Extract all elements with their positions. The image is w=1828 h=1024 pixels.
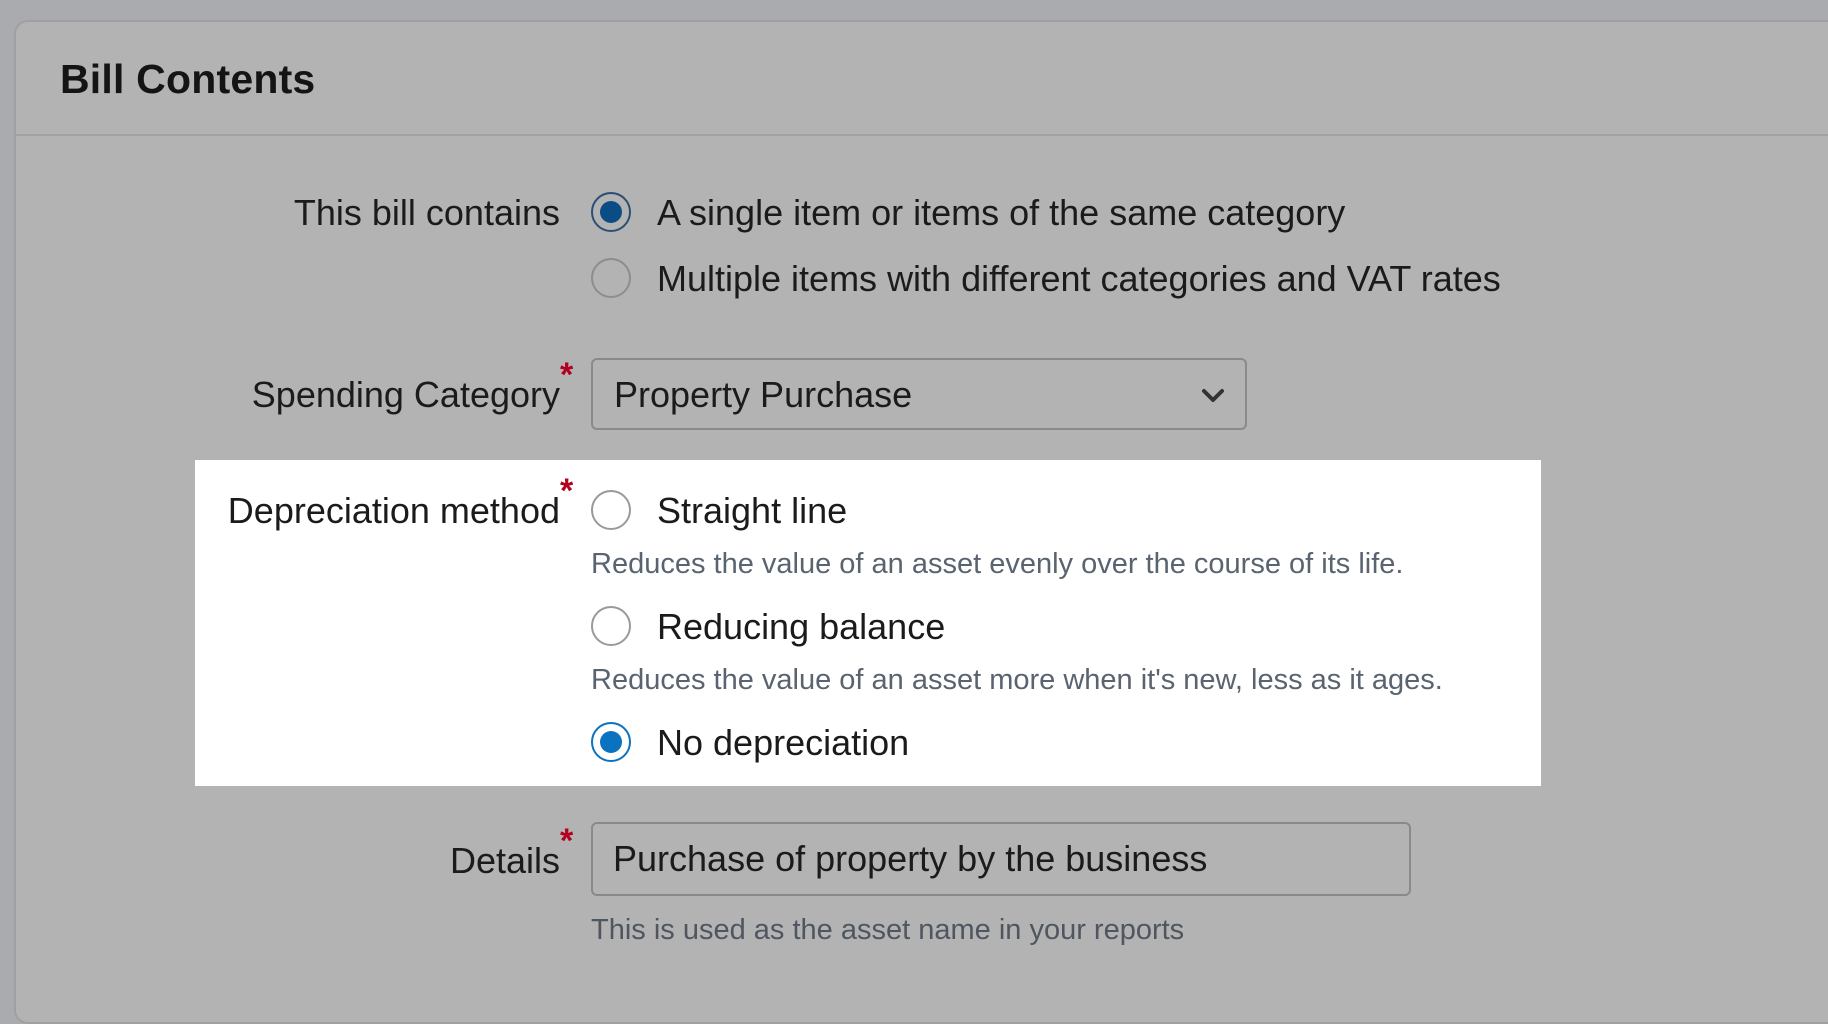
required-marker: * — [560, 822, 574, 860]
option-multiple-items-label[interactable]: Multiple items with different categories… — [657, 258, 1501, 300]
radio-reducing-balance[interactable] — [591, 606, 631, 646]
details-input[interactable] — [591, 822, 1411, 896]
option-reducing-balance-label[interactable]: Reducing balance — [657, 606, 945, 648]
reducing-balance-hint: Reduces the value of an asset more when … — [591, 664, 1443, 696]
option-straight-line-label[interactable]: Straight line — [657, 490, 847, 532]
straight-line-hint: Reduces the value of an asset evenly ove… — [591, 548, 1404, 580]
spending-category-value: Property Purchase — [614, 374, 913, 415]
panel-header: Bill Contents — [16, 22, 1828, 136]
bill-contains-label: This bill contains — [293, 192, 560, 233]
radio-selected-dot — [600, 731, 622, 753]
option-single-category-label[interactable]: A single item or items of the same categ… — [657, 192, 1345, 234]
chevron-down-icon — [1202, 389, 1224, 402]
radio-selected-dot — [600, 201, 622, 223]
radio-straight-line[interactable] — [591, 490, 631, 530]
radio-multiple-items[interactable] — [591, 258, 631, 298]
required-marker: * — [560, 472, 574, 510]
depreciation-method-label: Depreciation method — [227, 490, 560, 531]
required-marker: * — [560, 356, 574, 394]
spending-category-select[interactable]: Property Purchase — [591, 358, 1247, 430]
panel-title: Bill Contents — [60, 56, 316, 102]
option-no-depreciation-label[interactable]: No depreciation — [657, 722, 909, 764]
spending-category-label: Spending Category — [251, 374, 560, 415]
details-label: Details — [449, 840, 560, 881]
radio-no-depreciation[interactable] — [591, 722, 631, 762]
details-hint: This is used as the asset name in your r… — [591, 914, 1185, 946]
radio-single-category[interactable] — [591, 192, 631, 232]
